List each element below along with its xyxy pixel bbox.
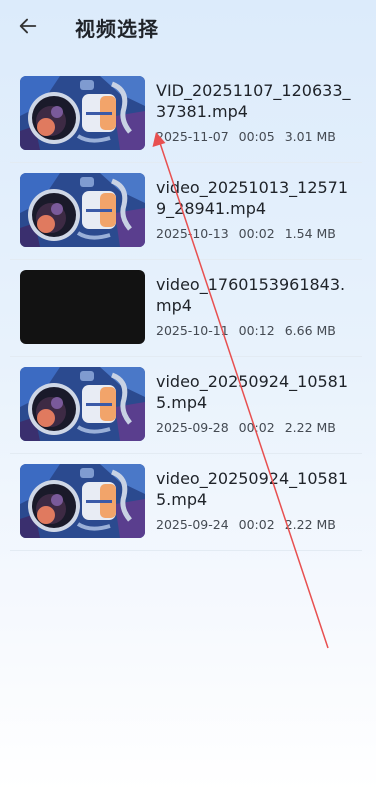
back-button[interactable] xyxy=(12,10,44,42)
video-name: video_20251013_125719_28941.mp4 xyxy=(156,178,349,218)
astronaut-image xyxy=(20,76,145,150)
video-list-item[interactable]: video_20251013_125719_28941.mp4 2025-10-… xyxy=(10,163,362,260)
video-meta: 2025-11-07 00:05 3.01 MB xyxy=(156,129,346,144)
astronaut-image xyxy=(20,367,145,441)
video-size: 2.22 MB xyxy=(284,517,336,532)
page-title: 视频选择 xyxy=(75,17,159,41)
video-list-item[interactable]: video_1760153961843.mp4 2025-10-11 00:12 6… xyxy=(10,260,362,357)
video-name: video_20250924_105815.mp4 xyxy=(156,372,349,412)
top-app-bar: 视频选择 xyxy=(0,0,376,56)
video-duration: 00:12 xyxy=(238,323,275,338)
arrow-left-icon xyxy=(17,15,39,37)
video-date: 2025-10-13 xyxy=(156,226,229,241)
video-thumbnail xyxy=(20,367,145,441)
video-duration: 00:05 xyxy=(238,129,275,144)
video-size: 3.01 MB xyxy=(284,129,336,144)
video-name: video_1760153961843.mp4 xyxy=(156,275,346,315)
video-name: VID_20251107_120633_37381.mp4 xyxy=(156,81,351,121)
video-duration: 00:02 xyxy=(238,517,275,532)
video-duration: 00:02 xyxy=(238,420,275,435)
video-thumbnail xyxy=(20,464,145,538)
astronaut-image xyxy=(20,173,145,247)
video-meta: 2025-10-13 00:02 1.54 MB xyxy=(156,226,346,241)
video-size: 2.22 MB xyxy=(284,420,336,435)
video-list: VID_20251107_120633_37381.mp4 2025-11-07… xyxy=(10,66,362,551)
astronaut-image xyxy=(20,464,145,538)
video-date: 2025-11-07 xyxy=(156,129,229,144)
video-size: 1.54 MB xyxy=(284,226,336,241)
video-duration: 00:02 xyxy=(238,226,275,241)
video-thumbnail xyxy=(20,76,145,150)
video-thumbnail-black xyxy=(20,270,145,344)
video-size: 6.66 MB xyxy=(284,323,336,338)
video-date: 2025-10-11 xyxy=(156,323,229,338)
video-list-item[interactable]: video_20250924_105815.mp4 2025-09-28 00:0… xyxy=(10,357,362,454)
video-meta: 2025-09-28 00:02 2.22 MB xyxy=(156,420,346,435)
video-thumbnail xyxy=(20,173,145,247)
video-date: 2025-09-24 xyxy=(156,517,229,532)
video-meta: 2025-10-11 00:12 6.66 MB xyxy=(156,323,346,338)
video-meta: 2025-09-24 00:02 2.22 MB xyxy=(156,517,346,532)
video-list-item[interactable]: video_20250924_105815.mp4 2025-09-24 00:0… xyxy=(10,454,362,551)
video-name: video_20250924_105815.mp4 xyxy=(156,469,349,509)
video-date: 2025-09-28 xyxy=(156,420,229,435)
video-list-item[interactable]: VID_20251107_120633_37381.mp4 2025-11-07… xyxy=(10,66,362,163)
